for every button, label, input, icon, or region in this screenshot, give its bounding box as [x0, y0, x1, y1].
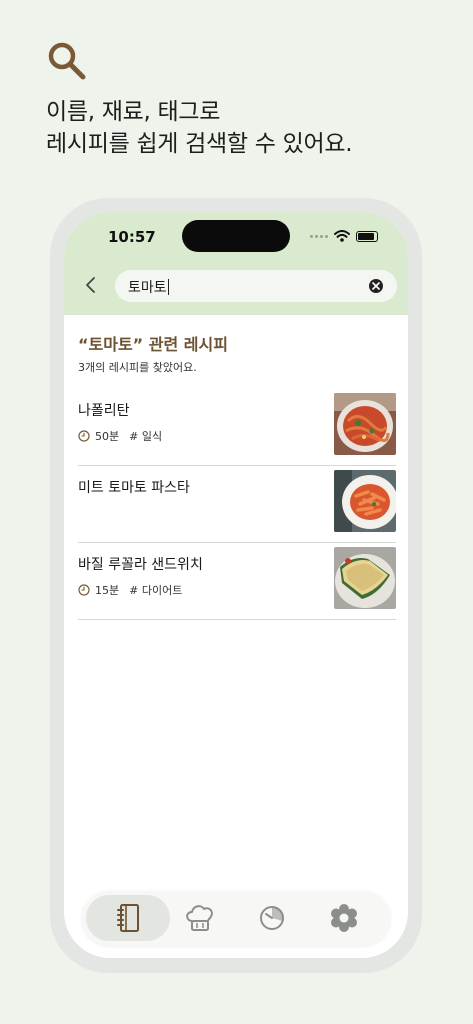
clear-icon [372, 282, 380, 290]
recipe-time: 15분 [95, 584, 120, 597]
recipe-book-icon [117, 904, 139, 932]
list-item[interactable]: 미트 토마토 파스타 [78, 467, 396, 543]
bottom-tab-bar [82, 891, 390, 945]
phone-screen: 10:57 토마토 “토마토” 관련 레시피 3개의 레시피를 찾았어요. 나폴… [64, 212, 408, 958]
search-icon [48, 42, 86, 80]
recipe-name: 나폴리탄 [78, 403, 130, 419]
battery-icon [356, 230, 378, 242]
recipe-name: 바질 루꼴라 샌드위치 [78, 557, 203, 573]
clock-icon [78, 430, 90, 442]
clock-icon [78, 584, 90, 596]
tab-settings[interactable] [302, 895, 386, 941]
headline-line-1: 이름, 재료, 태그로 [46, 99, 221, 125]
list-item[interactable]: 나폴리탄 50분 # 일식 [78, 390, 396, 466]
basil-arugula-sandwich-photo [334, 547, 396, 609]
settings-icon [331, 904, 357, 932]
search-query: 토마토 [128, 277, 169, 297]
cellular-signal-icon [310, 234, 328, 238]
timer-icon [260, 906, 284, 930]
recipe-list: 나폴리탄 50분 # 일식 미트 토마토 파스타 바질 루꼴라 샌드위치 15분… [78, 390, 396, 621]
recipe-time: 50분 [95, 430, 120, 443]
meat-tomato-pasta-photo [334, 470, 396, 532]
results-count: 3개의 레시피를 찾았어요. [78, 361, 197, 374]
chef-hat-icon [186, 905, 213, 931]
recipe-meta: 50분 # 일식 [78, 428, 162, 444]
back-button[interactable] [82, 275, 100, 295]
search-input[interactable]: 토마토 [115, 270, 397, 302]
wifi-icon [334, 230, 350, 242]
top-header: 10:57 토마토 [64, 212, 408, 315]
status-icons [310, 230, 378, 242]
recipe-tag: # 다이어트 [129, 584, 183, 597]
dynamic-island [182, 220, 290, 252]
headline-line-2: 레시피를 쉽게 검색할 수 있어요. [46, 131, 353, 157]
recipe-tag: # 일식 [129, 430, 163, 443]
recipe-name: 미트 토마토 파스타 [78, 480, 190, 496]
recipe-meta: 15분 # 다이어트 [78, 582, 182, 598]
clear-search-button[interactable] [369, 279, 383, 293]
list-item[interactable]: 바질 루꼴라 샌드위치 15분 # 다이어트 [78, 544, 396, 620]
results-title: “토마토” 관련 레시피 [78, 335, 228, 354]
status-time: 10:57 [108, 228, 156, 246]
napolitan-photo [334, 393, 396, 455]
promo-headline: 이름, 재료, 태그로 레시피를 쉽게 검색할 수 있어요. [46, 96, 353, 160]
